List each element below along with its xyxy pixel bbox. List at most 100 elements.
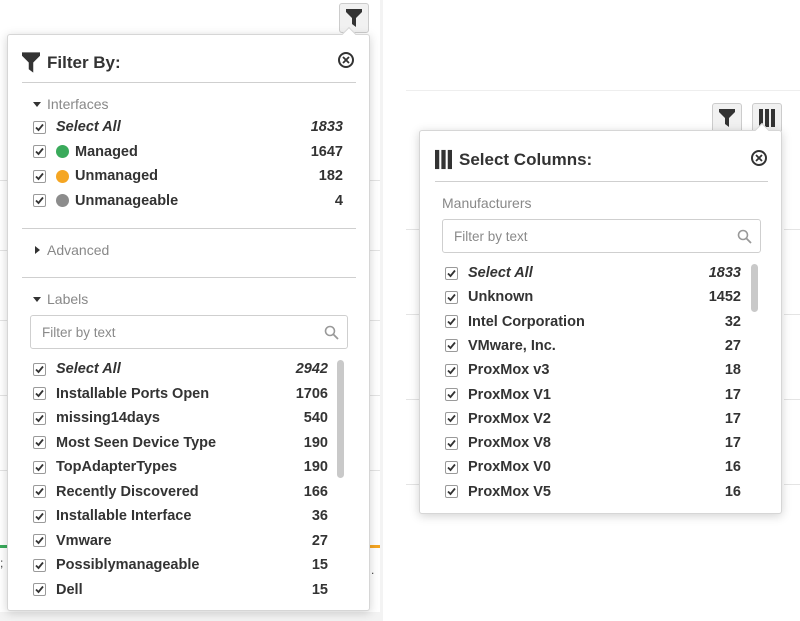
row-label: Select All	[56, 119, 121, 135]
manufacturers-section-label: Manufacturers	[442, 195, 532, 211]
checkbox[interactable]	[445, 412, 458, 426]
labels-section-toggle[interactable]: Labels	[33, 291, 88, 307]
checkbox[interactable]	[445, 436, 458, 450]
filter-icon	[719, 109, 735, 127]
interfaces-section-toggle[interactable]: Interfaces	[33, 96, 108, 112]
checkbox-checked-icon	[35, 365, 44, 373]
checkbox[interactable]	[33, 534, 46, 547]
close-columns-panel-button[interactable]	[751, 150, 767, 166]
row-label: Most Seen Device Type	[56, 434, 217, 451]
checkbox-checked-icon	[35, 196, 44, 205]
checkbox-row[interactable]: VMware, Inc. 27	[445, 335, 741, 357]
row-label: ProxMox V0	[468, 459, 551, 476]
background-row-line	[406, 314, 420, 315]
advanced-section-toggle[interactable]: Advanced	[33, 242, 109, 258]
checkbox-row[interactable]: ProxMox V1 17	[445, 384, 741, 406]
scrollbar-thumb[interactable]	[751, 264, 758, 312]
checkbox-row[interactable]: Dell 15	[33, 579, 328, 601]
checkbox[interactable]	[33, 509, 46, 523]
filter-button[interactable]	[712, 103, 742, 133]
checkbox[interactable]	[33, 120, 46, 134]
row-label: Recently Discovered	[56, 483, 199, 500]
checkbox[interactable]	[33, 194, 46, 207]
checkbox[interactable]	[33, 460, 46, 474]
select-all-row[interactable]: Select All 2942	[33, 358, 328, 380]
checkbox-row[interactable]: ProxMox V8 17	[445, 432, 741, 454]
checkbox-row[interactable]: Unknown 1452	[445, 286, 741, 308]
checkbox[interactable]	[33, 145, 46, 158]
interfaces-section-label: Interfaces	[47, 96, 109, 112]
manufacturers-scrollbar[interactable]	[750, 262, 759, 512]
checkbox-row[interactable]: TopAdapterTypes 190	[33, 456, 328, 478]
row-label: ProxMox v3	[468, 362, 550, 379]
columns-panel-title: Select Columns:	[459, 149, 593, 169]
search-icon	[737, 229, 752, 244]
checkbox[interactable]	[33, 485, 46, 498]
row-label: VMware, Inc.	[468, 337, 556, 354]
checkbox-row[interactable]: ProxMox V2 17	[445, 408, 741, 430]
checkbox-row[interactable]: Unmanageable 4	[33, 190, 343, 212]
checkbox[interactable]	[33, 362, 46, 376]
row-count: 16	[724, 483, 741, 500]
checkbox-row[interactable]: Installable Interface 36	[33, 505, 328, 527]
filter-icon	[22, 52, 40, 73]
checkbox-checked-icon	[35, 438, 44, 447]
select-all-row[interactable]: Select All 1833	[445, 262, 741, 284]
checkbox-row[interactable]: ProxMox v3 18	[445, 359, 741, 381]
checkbox-row[interactable]: missing14days 540	[33, 407, 328, 429]
checkbox-row[interactable]: Vmware 27	[33, 530, 328, 552]
labels-search-input[interactable]	[42, 324, 324, 340]
checkbox-row[interactable]: ProxMox V0 16	[445, 456, 741, 478]
checkbox[interactable]	[33, 558, 46, 572]
row-count: 36	[311, 508, 328, 524]
checkbox-row[interactable]: Intel Corporation 32	[445, 311, 741, 333]
row-label: TopAdapterTypes	[56, 459, 178, 475]
columns-panel: Select Columns: Manufacturers Select All…	[419, 122, 782, 514]
row-label: Intel Corporation	[468, 313, 585, 330]
checkbox-row[interactable]: Possiblymanageable 15	[33, 554, 328, 576]
checkbox[interactable]	[33, 583, 46, 596]
checkbox[interactable]	[445, 460, 458, 474]
row-count: 4	[334, 192, 343, 209]
checkbox[interactable]	[33, 436, 46, 449]
background-row-line	[784, 399, 800, 400]
row-count: 166	[303, 483, 328, 500]
checkbox[interactable]	[445, 485, 458, 499]
labels-search-box	[30, 315, 348, 349]
select-all-row[interactable]: Select All 1833	[33, 116, 343, 138]
checkbox[interactable]	[33, 411, 46, 425]
checkbox-checked-icon	[35, 147, 44, 156]
columns-panel-header: Select Columns:	[435, 149, 592, 170]
checkbox-checked-icon	[35, 512, 44, 520]
checkbox[interactable]	[445, 339, 458, 353]
checkbox[interactable]	[445, 290, 458, 304]
close-filter-panel-button[interactable]	[338, 52, 354, 68]
search-icon	[324, 325, 339, 340]
background-status-strip-orange	[370, 545, 380, 548]
manufacturers-search-input[interactable]	[454, 228, 737, 244]
filter-button[interactable]	[339, 3, 369, 33]
scrollbar-thumb[interactable]	[337, 360, 344, 478]
row-label: ProxMox V1	[468, 386, 551, 403]
checkbox-row[interactable]: Recently Discovered 166	[33, 481, 328, 503]
checkbox-row[interactable]: ProxMox V5 16	[445, 481, 741, 503]
checkbox-row[interactable]: Managed 1647	[33, 141, 343, 163]
labels-scrollbar[interactable]	[336, 358, 345, 608]
row-label: Vmware	[56, 532, 112, 549]
background-row-line	[784, 229, 800, 230]
filter-panel-title: Filter By:	[47, 52, 121, 72]
checkbox[interactable]	[33, 169, 46, 183]
checkbox[interactable]	[33, 387, 46, 400]
checkbox-row[interactable]: Installable Ports Open 1706	[33, 383, 328, 405]
checkbox-row[interactable]: Unmanaged 182	[33, 165, 343, 187]
checkbox-row[interactable]: Most Seen Device Type 190	[33, 432, 328, 454]
checkbox[interactable]	[445, 363, 458, 377]
row-label: Unknown	[468, 289, 534, 306]
checkbox[interactable]	[445, 315, 458, 329]
chevron-right-icon	[35, 246, 40, 254]
checkbox[interactable]	[445, 388, 458, 401]
status-dot-icon	[56, 194, 69, 207]
background-row-line	[784, 484, 800, 485]
status-dot-icon	[56, 145, 69, 158]
checkbox[interactable]	[445, 266, 458, 280]
